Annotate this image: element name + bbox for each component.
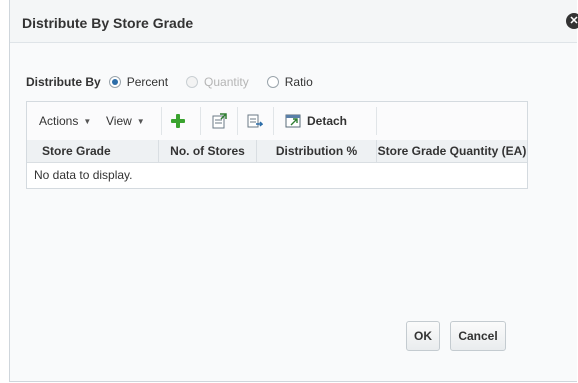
column-header-no-of-stores[interactable]: No. of Stores xyxy=(159,140,257,162)
radio-ratio[interactable]: Ratio xyxy=(266,75,313,89)
column-header-store-grade[interactable]: Store Grade xyxy=(27,140,159,162)
view-menu-label: View xyxy=(106,114,132,128)
radio-ratio-label: Ratio xyxy=(284,75,313,89)
column-header-store-grade-quantity[interactable]: Store Grade Quantity (EA) xyxy=(377,140,527,162)
cancel-button[interactable]: Cancel xyxy=(450,321,506,351)
radio-quantity-label: Quantity xyxy=(204,75,249,89)
dialog-header: Distribute By Store Grade ✕ xyxy=(10,0,578,43)
edit-icon xyxy=(247,114,263,128)
store-grade-table-panel: Actions ▼ View ▼ Detach Store Grade No. … xyxy=(26,101,528,189)
radio-quantity: Quantity xyxy=(186,75,249,89)
export-icon xyxy=(212,113,227,129)
add-icon xyxy=(171,114,185,128)
toolbar-divider xyxy=(273,107,274,135)
toolbar-divider xyxy=(376,107,377,135)
edit-button[interactable] xyxy=(247,102,263,140)
radio-ratio-button[interactable] xyxy=(266,76,279,88)
actions-menu-label: Actions xyxy=(39,114,79,128)
detach-icon xyxy=(285,114,301,128)
radio-quantity-button xyxy=(186,76,199,88)
table-header: Store Grade No. of Stores Distribution %… xyxy=(27,140,527,163)
toolbar-divider xyxy=(161,107,162,135)
detach-button[interactable]: Detach xyxy=(285,102,347,140)
ok-button[interactable]: OK xyxy=(406,321,440,351)
toolbar-divider xyxy=(237,107,238,135)
add-button[interactable] xyxy=(170,102,186,140)
radio-percent-label: Percent xyxy=(126,75,169,89)
chevron-down-icon: ▼ xyxy=(136,116,145,126)
radio-percent-button[interactable] xyxy=(108,76,121,88)
close-icon[interactable]: ✕ xyxy=(566,13,578,29)
table-toolbar: Actions ▼ View ▼ Detach xyxy=(27,102,527,141)
toolbar-divider xyxy=(200,107,201,135)
dialog-title: Distribute By Store Grade xyxy=(22,15,194,31)
export-button[interactable] xyxy=(211,102,227,140)
distribute-by-label: Distribute By xyxy=(26,75,101,89)
radio-percent[interactable]: Percent xyxy=(108,75,169,89)
column-header-distribution-pct[interactable]: Distribution % xyxy=(257,140,377,162)
view-menu[interactable]: View ▼ xyxy=(106,102,145,140)
chevron-down-icon: ▼ xyxy=(83,116,92,126)
distribute-dialog: Distribute By Store Grade ✕ Distribute B… xyxy=(9,0,578,382)
distribute-by-group: Distribute By Percent Quantity Ratio xyxy=(26,73,331,91)
detach-label: Detach xyxy=(307,114,348,128)
empty-table-message: No data to display. xyxy=(34,168,133,182)
actions-menu[interactable]: Actions ▼ xyxy=(39,102,91,140)
